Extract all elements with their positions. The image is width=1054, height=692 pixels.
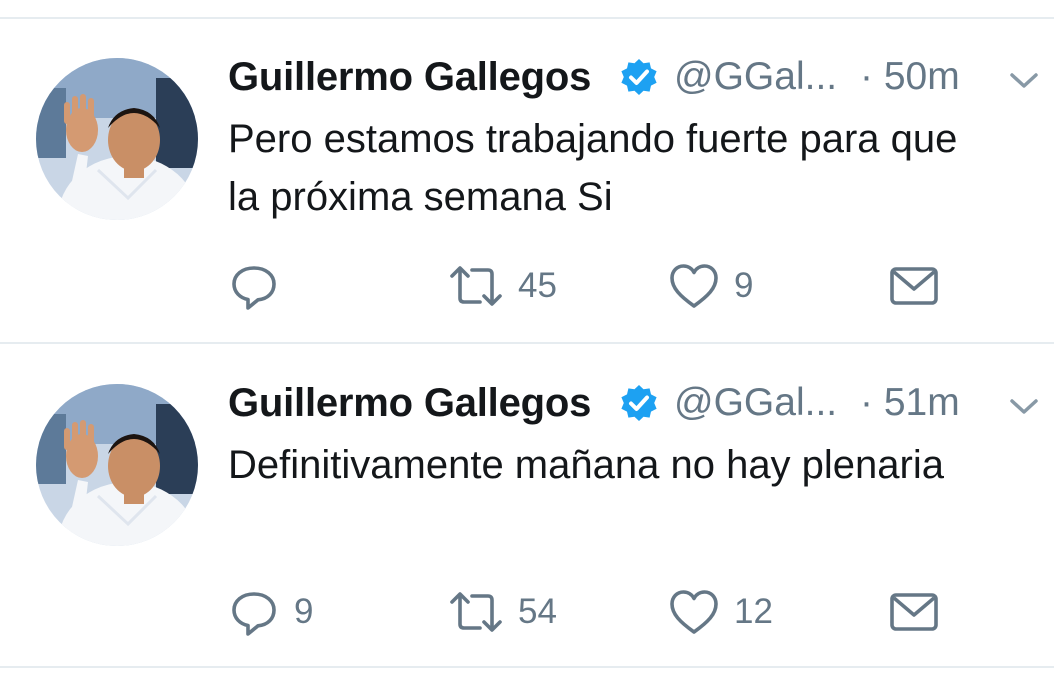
tweet-timestamp[interactable]: · 50m <box>860 52 960 102</box>
chevron-down-icon[interactable] <box>1008 396 1040 416</box>
retweet-icon <box>450 592 502 632</box>
author-handle[interactable]: @GGal... <box>674 378 837 428</box>
like-count: 9 <box>734 266 754 305</box>
message-icon <box>890 593 938 631</box>
retweet-button[interactable]: 54 <box>448 582 557 642</box>
verified-badge-icon <box>621 59 657 95</box>
direct-message-button[interactable] <box>888 582 940 642</box>
like-icon <box>670 264 718 308</box>
avatar[interactable] <box>36 58 198 220</box>
reply-count: 9 <box>294 592 314 631</box>
tweet-card[interactable]: Guillermo Gallegos @GGal... · 50m Pero e… <box>0 0 1054 325</box>
retweet-count: 54 <box>518 592 557 631</box>
author-name[interactable]: Guillermo Gallegos <box>228 378 591 428</box>
like-count: 12 <box>734 592 773 631</box>
reply-button[interactable]: 9 <box>228 582 313 642</box>
tweet-timestamp[interactable]: · 51m <box>860 378 960 428</box>
reply-button[interactable] <box>228 256 294 316</box>
tweet-text: Definitivamente mañana no hay plenaria <box>228 436 1048 494</box>
retweet-button[interactable]: 45 <box>448 256 557 316</box>
divider-bottom <box>0 666 1054 668</box>
like-button[interactable]: 12 <box>668 582 773 642</box>
like-icon <box>670 590 718 634</box>
reply-icon <box>232 592 276 636</box>
direct-message-button[interactable] <box>888 256 940 316</box>
tweet-header: Guillermo Gallegos @GGal... · 50m <box>228 52 1038 102</box>
chevron-down-icon[interactable] <box>1008 70 1040 90</box>
tweet-text-line: Definitivamente mañana no hay plenaria <box>228 443 944 487</box>
like-button[interactable]: 9 <box>668 256 753 316</box>
tweet-text-line: Pero estamos trabajando fuerte para que <box>228 117 958 161</box>
tweet-header: Guillermo Gallegos @GGal... · 51m <box>228 378 1038 428</box>
retweet-icon <box>450 266 502 306</box>
reply-icon <box>232 266 276 310</box>
verified-badge-icon <box>621 385 657 421</box>
tweet-actions: 9 54 12 <box>228 582 1048 642</box>
author-name[interactable]: Guillermo Gallegos <box>228 52 591 102</box>
message-icon <box>890 267 938 305</box>
tweet-card[interactable]: Guillermo Gallegos @GGal... · 51m Defini… <box>0 326 1054 651</box>
avatar-photo <box>36 58 198 220</box>
tweet-actions: 45 9 <box>228 256 1048 316</box>
author-handle[interactable]: @GGal... <box>674 52 837 102</box>
avatar[interactable] <box>36 384 198 546</box>
tweet-text-line: la próxima semana Si <box>228 175 613 219</box>
tweet-text: Pero estamos trabajando fuerte para que … <box>228 110 1048 226</box>
avatar-photo <box>36 384 198 546</box>
retweet-count: 45 <box>518 266 557 305</box>
